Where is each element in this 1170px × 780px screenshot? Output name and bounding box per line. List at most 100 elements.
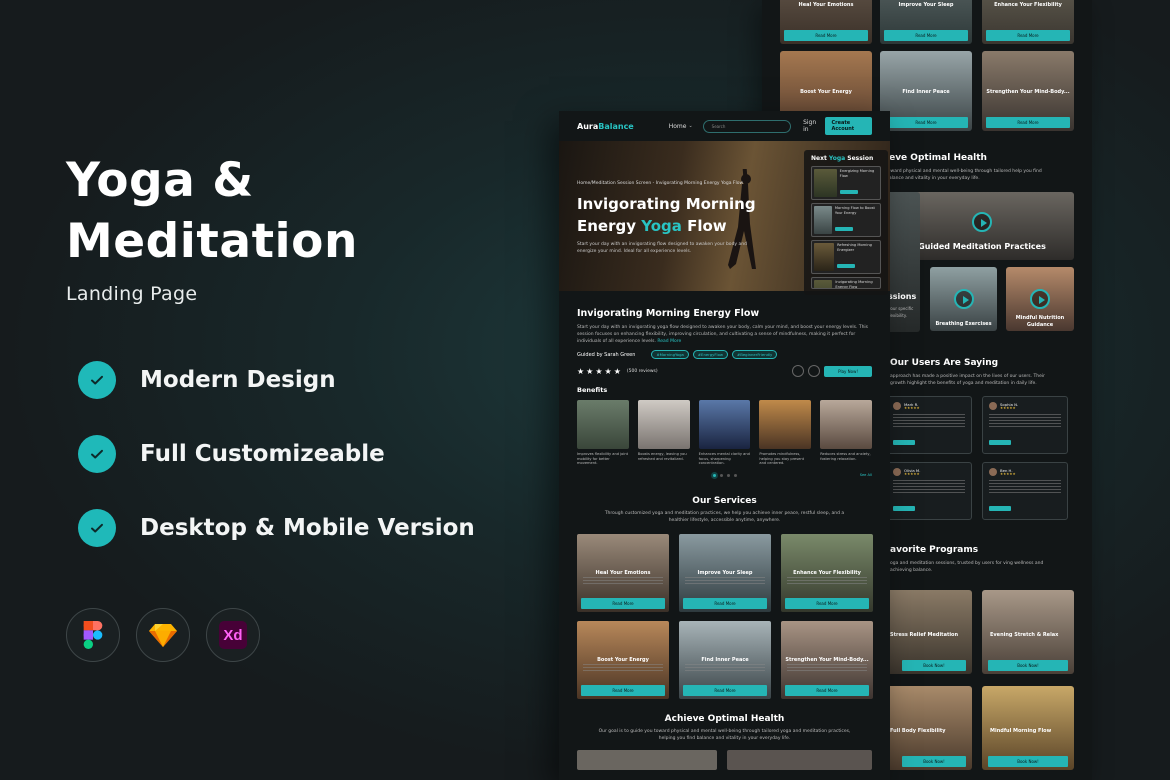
tag[interactable]: #EnergyFlow <box>692 350 729 359</box>
service-card: Strengthen Your Mind-Body... Read More <box>982 51 1074 131</box>
service-title: Enhance Your Flexibility <box>994 2 1062 8</box>
programs-title: avorite Programs <box>890 545 979 555</box>
search-input[interactable]: Search <box>702 119 792 133</box>
see-all-link[interactable]: See All <box>860 473 872 477</box>
play-icon[interactable] <box>1030 289 1050 309</box>
share-icon[interactable] <box>792 365 805 377</box>
testimonial-card: Olivia M. ★★★★★ <box>886 462 972 520</box>
services-grid: Heal Your Emotions Read More Improve Your… <box>577 533 873 699</box>
achieve-title: Achieve Optimal Health <box>664 713 785 724</box>
service-title: Find Inner Peace <box>902 89 950 95</box>
logo[interactable]: AuraBalance <box>577 122 634 131</box>
read-button[interactable] <box>989 440 1011 445</box>
heart-icon[interactable] <box>808 365 821 377</box>
sessions-title: ssions <box>888 292 917 301</box>
read-button[interactable] <box>989 506 1011 511</box>
breathing-card[interactable]: Breathing Exercises <box>930 267 997 331</box>
read-more-button[interactable]: Read More <box>581 684 665 696</box>
service-card: Strengthen Your Mind-Body... Read More <box>781 620 873 699</box>
benefits-list: Improves flexibility and joint mobility … <box>577 400 872 466</box>
create-account-button[interactable]: Create Account <box>825 117 872 135</box>
read-more-button[interactable]: Read More <box>884 30 968 41</box>
next-session-item[interactable]: Invigorating Morning Energy Flow <box>811 277 881 289</box>
testimonial-stars: ★★★★★ <box>1000 406 1016 410</box>
tag[interactable]: #MorningYoga <box>651 350 689 359</box>
achieve-desc: toward physical and mental well-being th… <box>886 169 1042 181</box>
program-title: Stress Relief Meditation <box>890 632 959 638</box>
session-desc: Start your day with an invigorating yoga… <box>577 325 869 344</box>
read-button[interactable] <box>893 506 915 511</box>
feature-item: Full Customizeable <box>78 435 385 473</box>
testimonial-card: Mark R. ★★★★★ <box>886 396 972 454</box>
avatar <box>893 468 901 476</box>
feature-item: Modern Design <box>78 361 336 399</box>
achieve-images <box>577 749 872 770</box>
feature-label: Full Customizeable <box>140 441 385 467</box>
read-more-button[interactable]: Read More <box>683 684 767 696</box>
carousel-dots[interactable]: See All <box>577 473 872 477</box>
promo-title-line2: Meditation <box>66 214 358 269</box>
play-now-button[interactable]: Play Now! <box>824 365 872 377</box>
sign-in-link[interactable]: Sign in <box>803 119 819 133</box>
chevron-down-icon: ⌄ <box>688 123 693 129</box>
benefit-card: Reduces stress and anxiety, fostering re… <box>820 400 872 466</box>
tag[interactable]: #BeginnerFriendly <box>732 350 778 359</box>
benefit-card: Boosts energy, leaving you refreshed and… <box>637 400 690 466</box>
testimonial-stars: ★★★★★ <box>904 472 920 476</box>
check-icon <box>78 509 116 547</box>
next-session-item[interactable]: Morning Flow to Boost Your Energy <box>811 203 881 237</box>
next-session-item[interactable]: Energizing Morning Flow <box>811 166 881 200</box>
check-icon <box>78 361 116 399</box>
desktop-mockup-front: AuraBalance Home ⌄ Search Sign in Create… <box>559 111 890 780</box>
book-now-button[interactable]: Book Now! <box>988 756 1068 767</box>
read-more-button[interactable]: Read More <box>785 597 869 609</box>
top-nav: AuraBalance Home ⌄ Search Sign in Create… <box>559 111 890 141</box>
rating-stars: ★★★★★ <box>577 366 623 376</box>
read-more-button[interactable]: Read More <box>884 117 968 128</box>
read-more-button[interactable]: Read More <box>683 597 767 609</box>
nav-home[interactable]: Home <box>669 123 687 130</box>
services-title: Our Services <box>692 495 757 506</box>
read-more-button[interactable]: Read More <box>986 117 1070 128</box>
book-now-button[interactable]: Book Now! <box>988 660 1068 671</box>
service-card: Enhance Your Flexibility Read More <box>781 533 873 612</box>
next-session-panel: Next Yoga Session Energizing Morning Flo… <box>804 150 888 295</box>
read-more-button[interactable]: Read More <box>784 30 868 41</box>
read-more-button[interactable]: Read More <box>986 30 1070 41</box>
breathing-title: Breathing Exercises <box>935 321 992 327</box>
hero-title: Invigorating Morning Energy Yoga Flow <box>577 195 756 235</box>
avatar <box>989 402 997 410</box>
sessions-desc: your specific flexibility. <box>888 306 914 318</box>
check-icon <box>78 435 116 473</box>
next-session-item[interactable]: Refreshing Morning Energizer <box>811 240 881 274</box>
program-title: Full Body Flexibility <box>890 728 946 734</box>
next-session-title: Next Yoga Session <box>811 155 874 162</box>
read-more-link[interactable]: Read More <box>657 339 681 344</box>
program-title: Evening Stretch & Relax <box>990 632 1059 638</box>
nutrition-card[interactable]: Mindful Nutrition Guidance <box>1006 267 1074 331</box>
guided-by: Guided by Sarah Green <box>577 351 636 358</box>
xd-icon: Xd <box>206 608 260 662</box>
testimonial-card: Ben H. ★★★★★ <box>982 462 1068 520</box>
feature-label: Modern Design <box>140 367 336 393</box>
promo-panel: Yoga & Meditation Landing Page Modern De… <box>0 0 520 780</box>
book-now-button[interactable]: Book Now! <box>902 660 966 671</box>
book-now-button[interactable]: Book Now! <box>902 756 966 767</box>
read-more-button[interactable]: Read More <box>785 684 869 696</box>
service-card: Find Inner Peace Read More <box>679 620 771 699</box>
play-icon[interactable] <box>954 289 974 309</box>
review-count: (500 reviews) <box>626 368 658 374</box>
avatar <box>893 402 901 410</box>
benefit-card: Promotes mindfulness, helping you stay p… <box>759 400 812 466</box>
guided-row: Guided by Sarah Green #MorningYoga #Ener… <box>577 350 872 359</box>
services-desc: Through customized yoga and meditation p… <box>604 510 845 523</box>
avatar <box>989 468 997 476</box>
read-button[interactable] <box>893 440 915 445</box>
service-card: Find Inner Peace Read More <box>880 51 972 131</box>
testimonial-card: Sophia N. ★★★★★ <box>982 396 1068 454</box>
program-title: Mindful Morning Flow <box>990 728 1052 734</box>
session-title: Invigorating Morning Energy Flow <box>577 308 760 319</box>
play-icon[interactable] <box>972 212 992 232</box>
session-details: Invigorating Morning Energy Flow Start y… <box>559 308 890 770</box>
read-more-button[interactable]: Read More <box>581 597 665 609</box>
